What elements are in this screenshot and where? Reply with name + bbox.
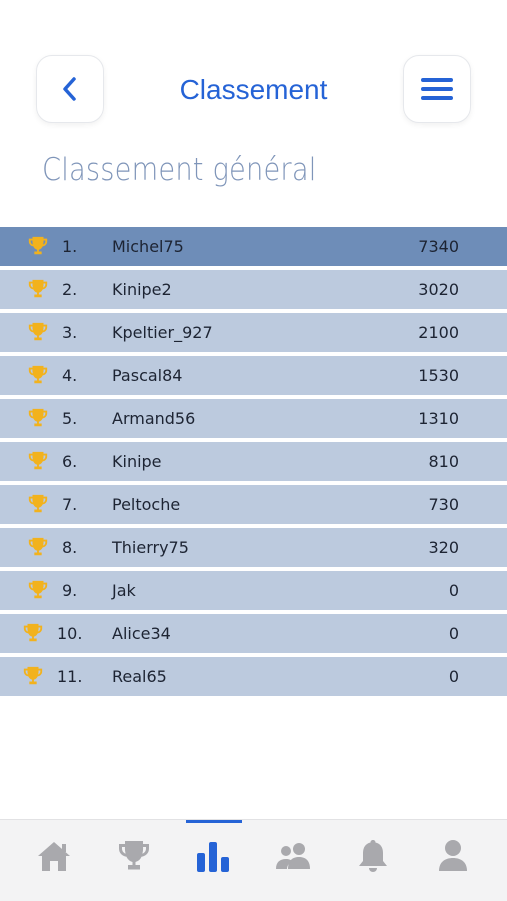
rank-label: 5. [62, 409, 78, 428]
rank-label: 10. [57, 624, 83, 643]
player-score: 2100 [418, 323, 459, 342]
trophy-icon [28, 580, 48, 599]
player-score: 0 [448, 624, 459, 643]
player-name: Kinipe [112, 452, 162, 471]
trophy-icon [28, 451, 48, 470]
player-name: Kpeltier_927 [112, 323, 213, 342]
trophy-icon [28, 365, 48, 384]
trophy-icon [28, 494, 48, 513]
trophy-icon [28, 408, 48, 427]
player-name: Jak [112, 581, 136, 600]
ranking-row[interactable]: 5. Armand56 1310 [0, 399, 507, 438]
trophy-icon [119, 841, 149, 870]
trophy-icon [28, 279, 48, 298]
player-name: Pascal84 [112, 366, 183, 385]
trophy-icon [28, 236, 48, 255]
section-title: Classement général [42, 152, 317, 188]
bottom-tab-bar [0, 819, 507, 901]
home-icon [38, 842, 70, 871]
hamburger-menu-icon [421, 78, 453, 100]
rank-label: 6. [62, 452, 78, 471]
page-title: Classement [179, 74, 328, 105]
tab-ranking[interactable] [193, 836, 233, 876]
player-score: 7340 [418, 237, 459, 256]
player-score: 810 [428, 452, 459, 471]
player-name: Real65 [112, 667, 167, 686]
ranking-row[interactable]: 7. Peltoche 730 [0, 485, 507, 524]
ranking-row[interactable]: 9. Jak 0 [0, 571, 507, 610]
back-button[interactable] [36, 55, 104, 123]
ranking-row[interactable]: 1. Michel75 7340 [0, 227, 507, 266]
player-name: Peltoche [112, 495, 181, 514]
rank-label: 3. [62, 323, 78, 342]
profile-icon [439, 840, 467, 871]
tab-profile[interactable] [433, 836, 473, 876]
player-score: 1530 [418, 366, 459, 385]
ranking-row[interactable]: 10. Alice34 0 [0, 614, 507, 653]
rank-label: 8. [62, 538, 78, 557]
ranking-row[interactable]: 4. Pascal84 1530 [0, 356, 507, 395]
player-score: 0 [448, 581, 459, 600]
player-name: Michel75 [112, 237, 184, 256]
player-name: Thierry75 [112, 538, 189, 557]
active-tab-indicator [186, 820, 242, 823]
player-score: 1310 [418, 409, 459, 428]
rank-label: 4. [62, 366, 78, 385]
trophy-icon [23, 666, 43, 685]
rank-label: 2. [62, 280, 78, 299]
player-name: Armand56 [112, 409, 196, 428]
tab-notifications[interactable] [353, 836, 393, 876]
rank-label: 7. [62, 495, 78, 514]
rank-label: 1. [62, 237, 78, 256]
ranking-row[interactable]: 11. Real65 0 [0, 657, 507, 696]
rank-label: 11. [57, 667, 83, 686]
trophy-icon [28, 537, 48, 556]
ranking-row[interactable]: 3. Kpeltier_927 2100 [0, 313, 507, 352]
rank-label: 9. [62, 581, 78, 600]
chevron-left-icon [63, 77, 76, 101]
player-score: 3020 [418, 280, 459, 299]
tab-home[interactable] [34, 836, 74, 876]
ranking-row[interactable]: 8. Thierry75 320 [0, 528, 507, 567]
friends-icon [276, 843, 310, 869]
tab-friends[interactable] [273, 836, 313, 876]
player-score: 0 [448, 667, 459, 686]
trophy-icon [23, 623, 43, 642]
menu-button[interactable] [403, 55, 471, 123]
tab-trophies[interactable] [114, 836, 154, 876]
ranking-row[interactable]: 2. Kinipe2 3020 [0, 270, 507, 309]
trophy-icon [28, 322, 48, 341]
ranking-icon [197, 842, 229, 872]
player-name: Alice34 [112, 624, 171, 643]
bell-icon [359, 840, 387, 872]
player-score: 320 [428, 538, 459, 557]
ranking-row[interactable]: 6. Kinipe 810 [0, 442, 507, 481]
player-name: Kinipe2 [112, 280, 172, 299]
ranking-table: 1. Michel75 7340 2. Kinipe2 3020 3. Kpel… [0, 227, 507, 700]
player-score: 730 [428, 495, 459, 514]
